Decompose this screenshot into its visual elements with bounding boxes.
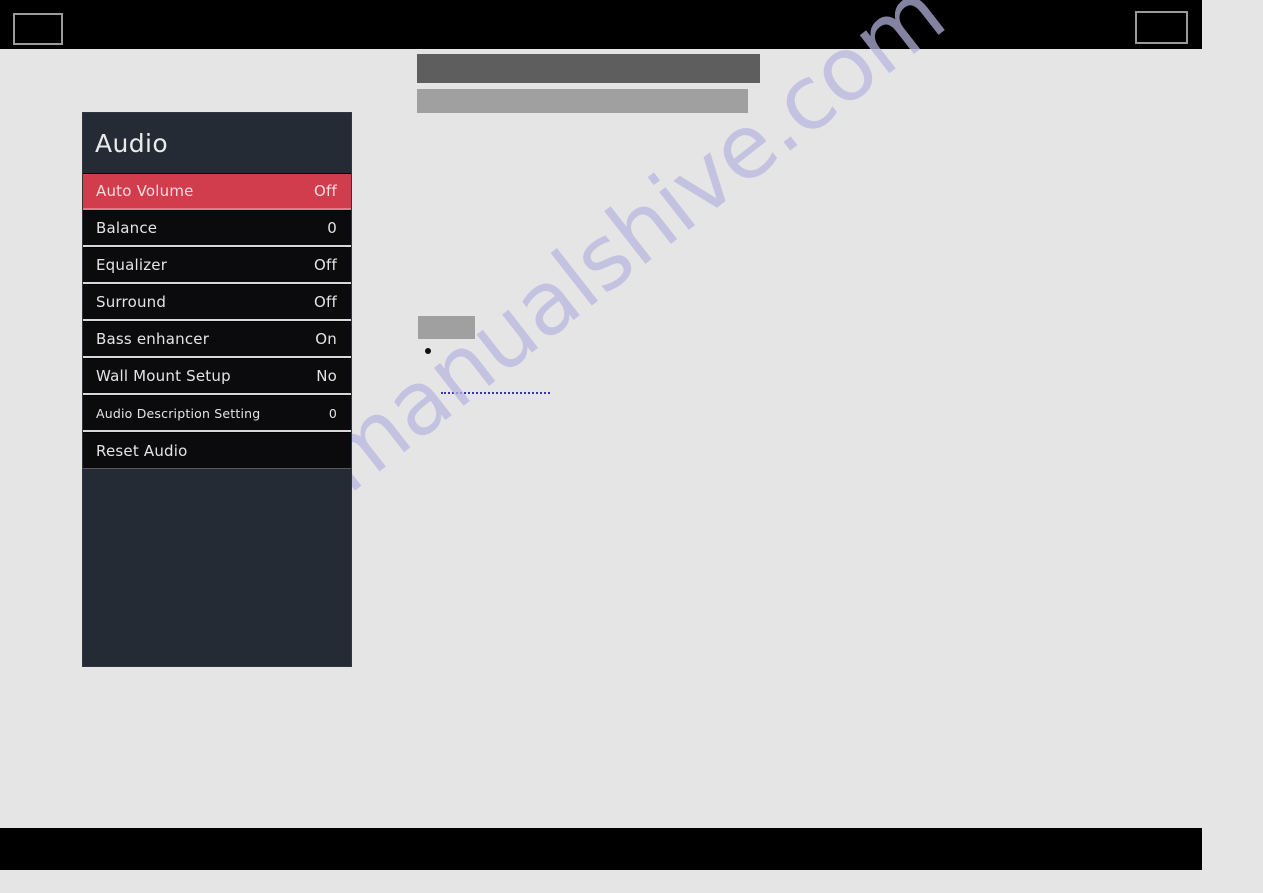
menu-item-label: Wall Mount Setup: [96, 367, 231, 385]
redacted-title-bar: [417, 54, 760, 83]
menu-item-label: Balance: [96, 219, 158, 237]
menu-item-value: Off: [314, 293, 337, 311]
page-canvas: manualshive.com Audio Auto Volume Off Bala…: [0, 0, 1263, 893]
menu-item-bass-enhancer[interactable]: Bass enhancer On: [83, 321, 351, 358]
menu-empty-area: [83, 469, 351, 666]
menu-item-equalizer[interactable]: Equalizer Off: [83, 247, 351, 284]
page-bottom-bar: [0, 828, 1202, 870]
menu-item-value: 0: [327, 219, 337, 237]
menu-item-value: 0: [328, 405, 337, 421]
menu-item-label: Audio Description Setting: [96, 405, 261, 421]
menu-item-value: Off: [314, 182, 337, 200]
menu-item-label: Surround: [96, 293, 167, 311]
page-top-bar: [0, 0, 1202, 49]
menu-item-label: Auto Volume: [96, 182, 194, 200]
menu-item-auto-volume[interactable]: Auto Volume Off: [83, 173, 351, 210]
menu-item-list: Auto Volume Off Balance 0 Equalizer Off Surrou…: [83, 173, 351, 469]
page-title: Audio: [95, 128, 169, 158]
menu-item-label: Bass enhancer: [96, 330, 210, 348]
menu-item-label: Equalizer: [96, 256, 168, 274]
menu-item-audio-description-setting[interactable]: Audio Description Setting 0: [83, 395, 351, 432]
audio-settings-menu: Audio Auto Volume Off Balance 0 Equalizer Off…: [82, 112, 352, 667]
menu-item-value: Off: [314, 256, 337, 274]
redacted-small-box: [418, 316, 475, 339]
menu-item-reset-audio[interactable]: Reset Audio: [83, 432, 351, 469]
menu-item-value: No: [316, 367, 337, 385]
menu-item-wall-mount-setup[interactable]: Wall Mount Setup No: [83, 358, 351, 395]
menu-item-label: Reset Audio: [96, 441, 188, 460]
menu-item-value: On: [315, 330, 337, 348]
header-box-left: [13, 13, 63, 45]
redacted-subtitle-bar: [417, 89, 748, 113]
bullet-point-icon: [425, 348, 431, 354]
menu-item-surround[interactable]: Surround Off: [83, 284, 351, 321]
menu-header: Audio: [83, 113, 351, 173]
menu-item-balance[interactable]: Balance 0: [83, 210, 351, 247]
header-box-right: [1135, 11, 1188, 44]
redacted-link[interactable]: [441, 392, 550, 394]
